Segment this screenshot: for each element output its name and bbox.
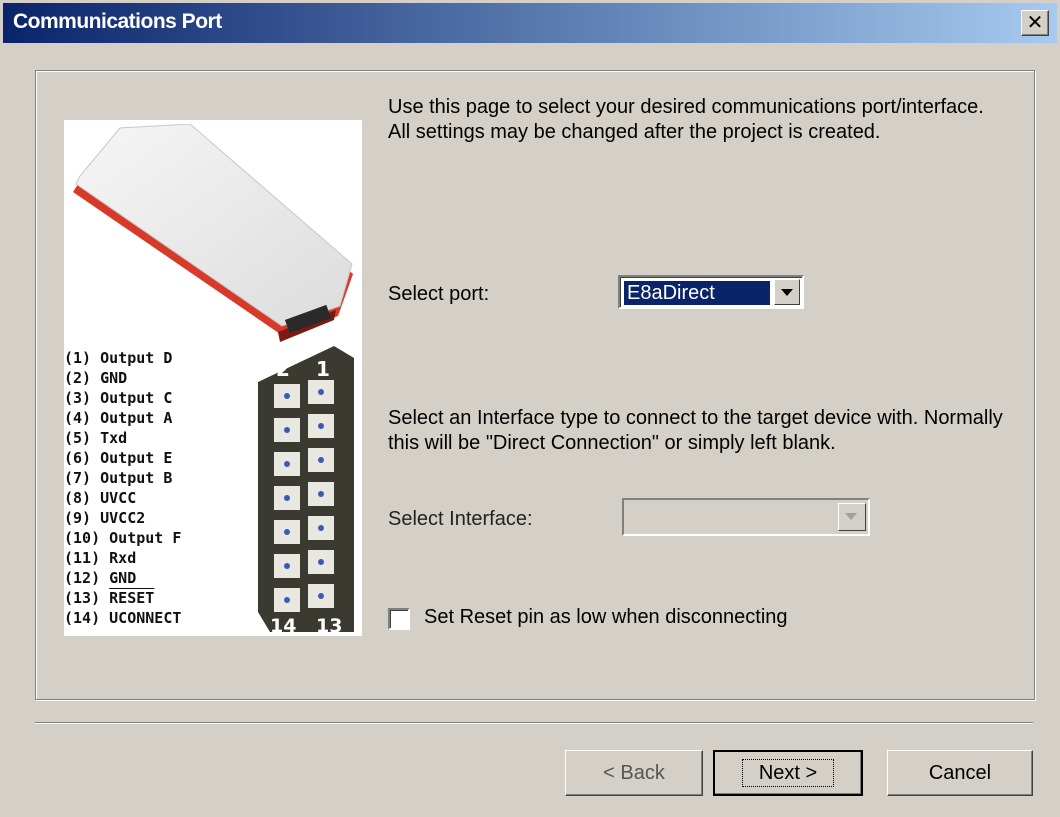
pin-item: (14) UCONNECT bbox=[64, 609, 182, 627]
port-dropdown-button[interactable] bbox=[774, 279, 800, 305]
reset-pin-checkbox-label: Set Reset pin as low when disconnecting bbox=[424, 606, 788, 628]
port-selected-value: E8aDirect bbox=[623, 280, 771, 306]
title-bar: Communications Port ✕ bbox=[3, 3, 1057, 43]
select-interface-label: Select Interface: bbox=[388, 508, 533, 530]
pin-item: (3) Output C bbox=[64, 389, 173, 407]
pin-item: (8) UVCC bbox=[64, 489, 137, 507]
pin-item: (10) Output F bbox=[64, 529, 182, 547]
pin-item: (13) RESET bbox=[64, 588, 232, 608]
chevron-down-icon bbox=[845, 513, 857, 520]
pin-item: (4) Output A bbox=[64, 409, 173, 427]
window-title: Communications Port bbox=[13, 10, 222, 33]
button-separator bbox=[35, 722, 1033, 724]
pin-item: (1) Output D bbox=[64, 349, 173, 367]
board-label-13: 13 bbox=[316, 615, 342, 634]
communications-port-dialog: Communications Port ✕ (1) Output D (2) G… bbox=[0, 0, 1060, 817]
connector-board-illustration: 2 1 14 13 bbox=[258, 346, 354, 634]
pin-item: (5) Txd bbox=[64, 429, 128, 447]
reset-overline-label: RESET bbox=[109, 589, 155, 607]
pin-item: (12) GND bbox=[64, 569, 137, 587]
pin-item: (9) UVCC2 bbox=[64, 509, 146, 527]
board-label-1: 1 bbox=[316, 357, 330, 381]
emulator-device-illustration bbox=[73, 124, 353, 342]
pin-list: (1) Output D (2) GND (3) Output C (4) Ou… bbox=[64, 348, 232, 628]
chevron-down-icon bbox=[781, 289, 793, 296]
interface-dropdown-button[interactable] bbox=[838, 503, 866, 531]
reset-pin-checkbox[interactable] bbox=[388, 608, 410, 630]
select-port-label: Select port: bbox=[388, 283, 490, 305]
cancel-button[interactable]: Cancel bbox=[887, 750, 1033, 796]
pin-item: (2) GND bbox=[64, 369, 128, 387]
pin-item: (7) Output B bbox=[64, 469, 173, 487]
interface-dropdown[interactable] bbox=[622, 498, 870, 536]
pin-item: (6) Output E bbox=[64, 449, 173, 467]
close-icon: ✕ bbox=[1026, 10, 1044, 34]
back-button[interactable]: < Back bbox=[565, 750, 703, 796]
pin-number: (13) bbox=[64, 589, 110, 607]
close-button[interactable]: ✕ bbox=[1021, 10, 1049, 36]
device-image: (1) Output D (2) GND (3) Output C (4) Ou… bbox=[64, 120, 362, 636]
board-label-2: 2 bbox=[276, 357, 290, 381]
page-description: Use this page to select your desired com… bbox=[388, 96, 984, 143]
board-label-14: 14 bbox=[270, 615, 296, 634]
next-button-label: Next > bbox=[741, 759, 835, 787]
pin-item: (11) Rxd bbox=[64, 549, 137, 567]
next-button[interactable]: Next > bbox=[713, 750, 863, 796]
interface-description: Select an Interface type to connect to t… bbox=[388, 407, 1003, 454]
port-dropdown[interactable]: E8aDirect bbox=[618, 275, 804, 309]
